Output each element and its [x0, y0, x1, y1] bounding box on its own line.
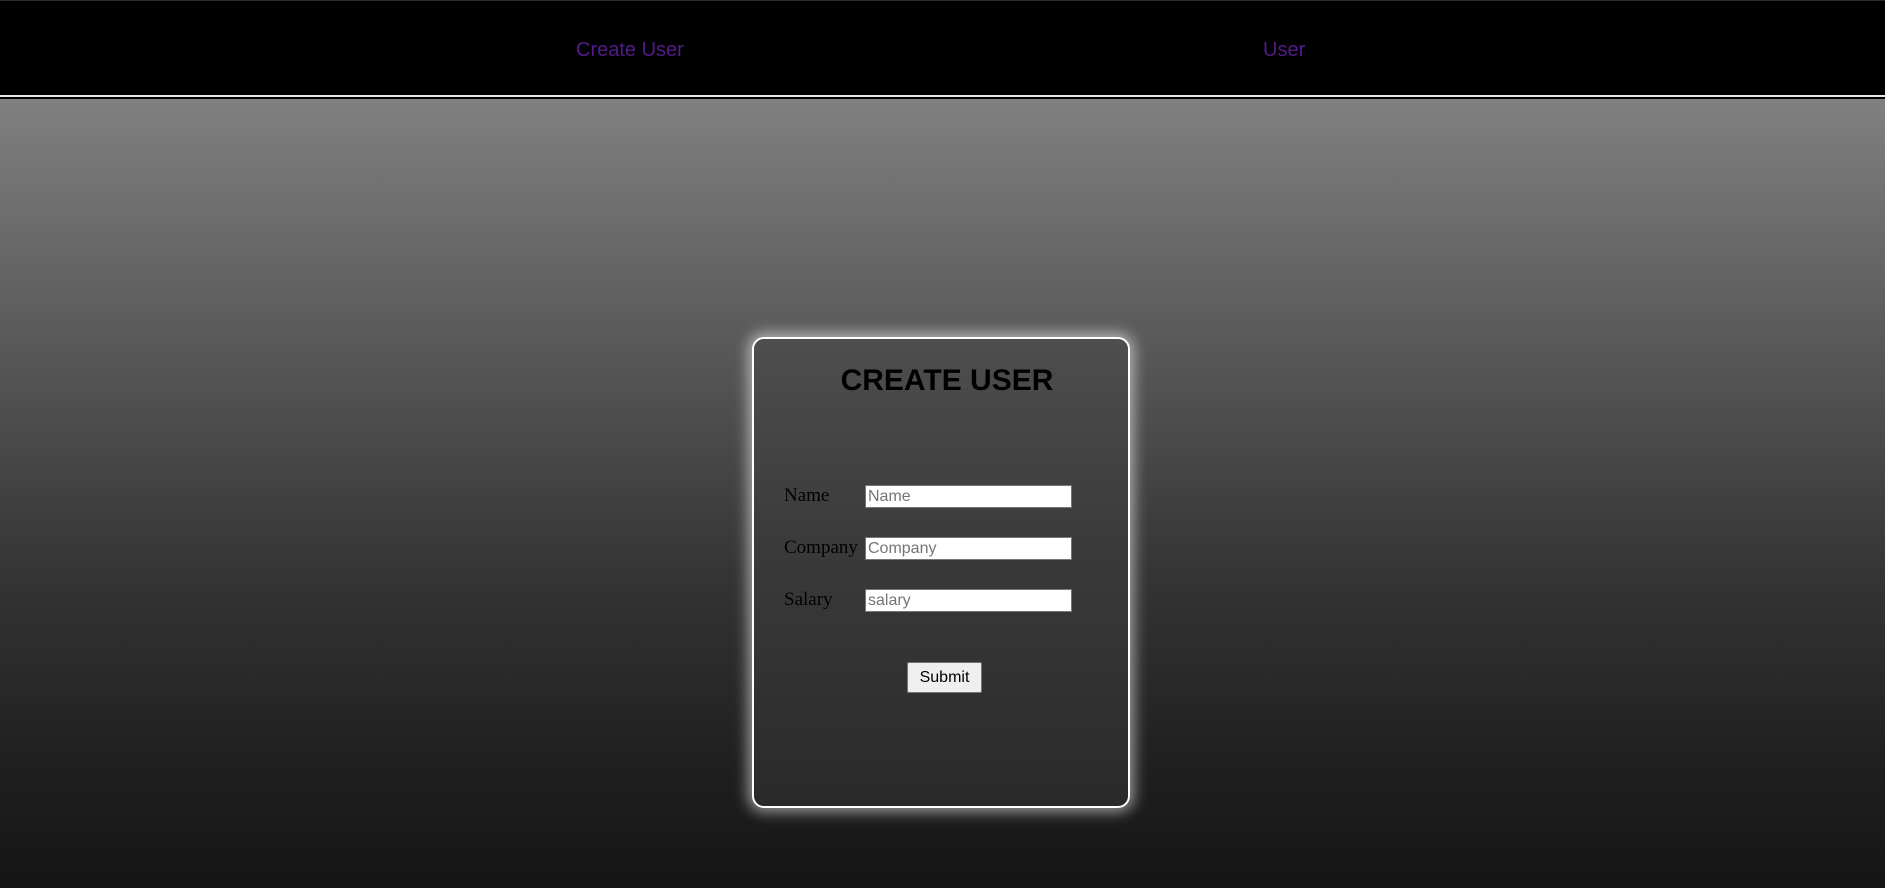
top-navbar: Create User User	[0, 0, 1885, 97]
submit-button[interactable]: Submit	[907, 662, 982, 693]
form-title: CREATE USER	[840, 364, 1054, 397]
create-user-form: CREATE USER Name Company Salary Submit	[752, 337, 1130, 808]
nav-link-create-user[interactable]: Create User	[576, 38, 684, 62]
name-label: Name	[784, 485, 830, 506]
salary-label: Salary	[784, 589, 833, 610]
salary-input[interactable]	[865, 589, 1072, 612]
company-label: Company	[784, 537, 858, 558]
name-input[interactable]	[865, 485, 1072, 508]
nav-link-user[interactable]: User	[1263, 38, 1305, 62]
company-input[interactable]	[865, 537, 1072, 560]
